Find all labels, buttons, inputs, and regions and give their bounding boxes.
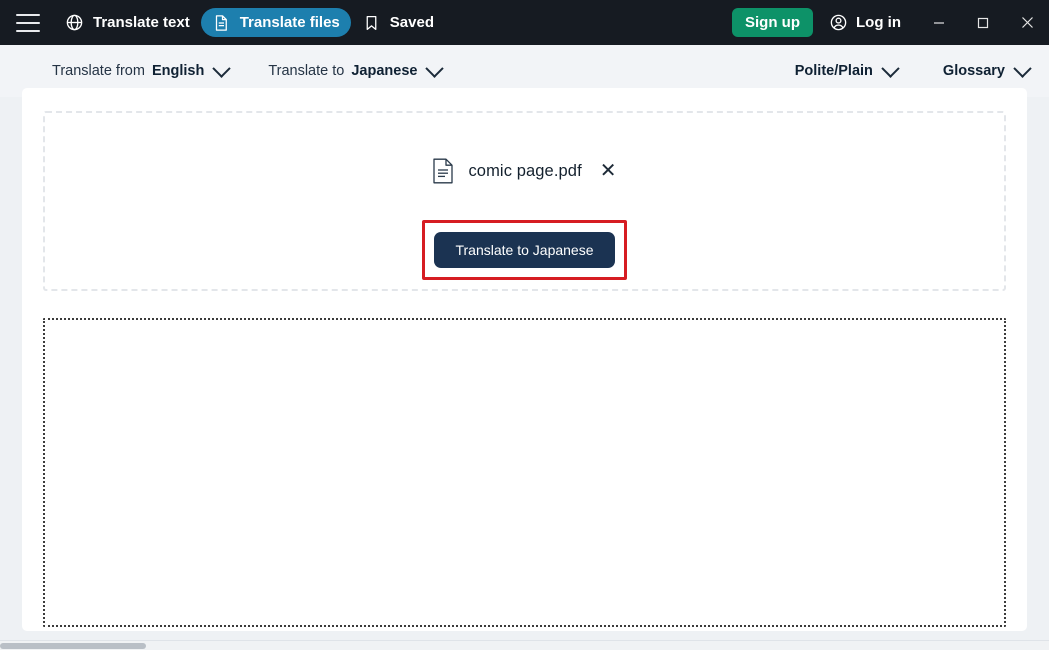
- log-in-button[interactable]: Log in: [829, 13, 901, 32]
- horizontal-scrollbar-thumb[interactable]: [0, 643, 146, 649]
- formality-selector[interactable]: Polite/Plain: [794, 58, 900, 79]
- maximize-icon[interactable]: [961, 0, 1005, 45]
- tab-translate-text[interactable]: Translate text: [54, 8, 201, 37]
- close-icon[interactable]: ✕: [600, 161, 617, 181]
- chevron-down-icon: [425, 58, 445, 78]
- translate-to-japanese-button[interactable]: Translate to Japanese: [434, 232, 615, 268]
- minimize-icon[interactable]: [917, 0, 961, 45]
- close-icon[interactable]: [1005, 0, 1049, 45]
- document-icon: [212, 13, 231, 32]
- chevron-down-icon: [881, 58, 900, 78]
- tab-translate-files-label: Translate files: [239, 14, 340, 31]
- highlight-annotation: Translate to Japanese: [422, 220, 627, 280]
- hamburger-line: [16, 13, 40, 16]
- app-window: Translate text Translate files Saved Sig…: [0, 0, 1049, 650]
- glossary-value: Glossary: [942, 63, 1005, 79]
- window-controls: [917, 0, 1049, 45]
- formality-value: Polite/Plain: [794, 63, 873, 79]
- tab-saved[interactable]: Saved: [351, 8, 445, 37]
- title-bar: Translate text Translate files Saved Sig…: [0, 0, 1049, 45]
- tab-translate-text-label: Translate text: [93, 14, 190, 31]
- log-in-label: Log in: [856, 14, 901, 31]
- file-document-icon: [432, 158, 454, 184]
- horizontal-scrollbar[interactable]: [0, 640, 1049, 650]
- source-language-value: English: [151, 63, 205, 79]
- source-language-lead: Translate from: [52, 63, 145, 79]
- translation-output-area[interactable]: [43, 318, 1006, 627]
- user-circle-icon: [829, 13, 848, 32]
- chevron-down-icon: [1013, 58, 1032, 78]
- glossary-selector[interactable]: Glossary: [942, 58, 1032, 79]
- chevron-down-icon: [212, 58, 232, 78]
- content-card: comic page.pdf ✕ Translate to Japanese: [22, 88, 1027, 631]
- tab-saved-label: Saved: [389, 14, 434, 31]
- file-dropzone[interactable]: comic page.pdf ✕ Translate to Japanese: [43, 111, 1006, 291]
- source-language-selector[interactable]: Translate from English: [52, 58, 232, 79]
- hamburger-line: [16, 21, 40, 24]
- globe-icon: [65, 13, 84, 32]
- uploaded-file-row: comic page.pdf ✕: [45, 158, 1004, 184]
- bookmark-icon: [362, 13, 381, 32]
- translate-action-area: Translate to Japanese: [45, 220, 1004, 280]
- target-language-value: Japanese: [351, 63, 418, 79]
- tab-translate-files[interactable]: Translate files: [200, 8, 351, 37]
- target-language-lead: Translate to: [268, 63, 345, 79]
- hamburger-line: [16, 29, 40, 32]
- target-language-selector[interactable]: Translate to Japanese: [268, 58, 445, 79]
- uploaded-file-name: comic page.pdf: [468, 161, 582, 180]
- sign-up-button[interactable]: Sign up: [732, 8, 813, 37]
- hamburger-menu-icon[interactable]: [16, 13, 40, 32]
